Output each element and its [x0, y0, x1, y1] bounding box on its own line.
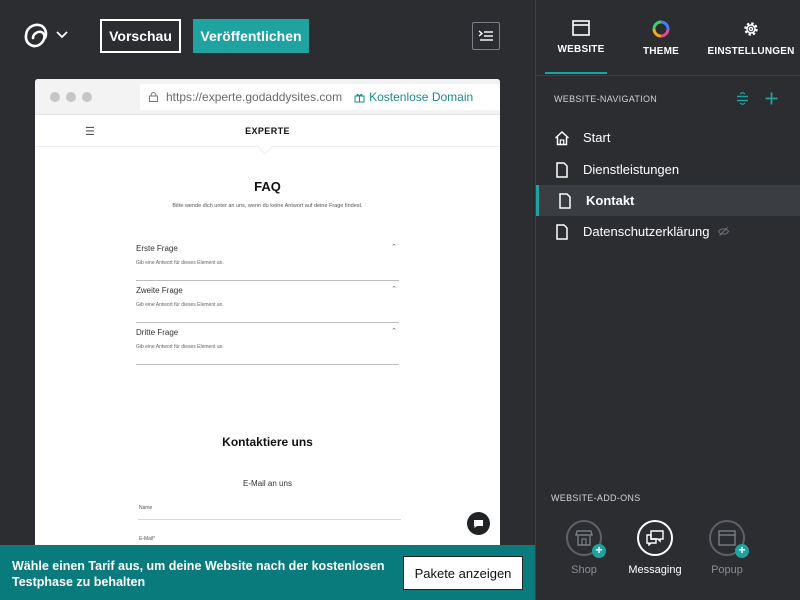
website-preview[interactable]: https://experte.godaddysites.com Kostenl… [35, 79, 500, 549]
page-icon [556, 161, 568, 178]
preview-button[interactable]: Vorschau [100, 19, 181, 53]
faq-subtitle: Bitte wende dich unter an uns, wenn du k… [172, 203, 363, 209]
nav-item-kontakt[interactable]: Kontakt [536, 185, 800, 216]
lock-icon [149, 92, 158, 102]
faq-item[interactable]: Zweite Frage ⌃ Gib eine Antwort für dies… [136, 281, 399, 323]
addon-messaging-circle [637, 520, 673, 556]
addon-messaging[interactable]: Messaging [624, 520, 686, 576]
tab-label: WEBSITE [557, 44, 605, 55]
addon-shop-circle: + [566, 520, 606, 558]
faq-question: Dritte Frage [136, 328, 179, 337]
addon-shop[interactable]: + Shop [553, 520, 615, 576]
view-plans-button[interactable]: Pakete anzeigen [403, 556, 523, 590]
storefront-icon [575, 530, 593, 546]
site-title: EXPERTE [245, 125, 290, 136]
nav-item-label: Dienstleistungen [583, 162, 680, 177]
addon-label: Popup [711, 564, 743, 576]
addon-label: Shop [571, 564, 597, 576]
chat-widget-button[interactable] [467, 512, 490, 535]
window-dot [66, 92, 76, 102]
faq-answer: Gib eine Antwort für dieses Element an. [136, 302, 224, 308]
gear-icon [744, 22, 758, 36]
addon-popup-circle: + [709, 520, 749, 558]
plus-icon[interactable]: + [592, 544, 606, 558]
header-notch [256, 137, 274, 155]
chevron-up-icon[interactable]: ⌃ [391, 327, 397, 335]
contact-title: Kontaktiere uns [222, 435, 313, 449]
name-field[interactable] [138, 519, 401, 520]
list-collapse-icon [478, 30, 493, 41]
faq-item[interactable]: Dritte Frage ⌃ Gib eine Antwort für dies… [136, 323, 399, 365]
nav-item-label: Start [583, 130, 611, 145]
eye-hidden-icon [718, 227, 730, 236]
contact-subtitle: E-Mail an uns [243, 479, 292, 488]
nav-item-start[interactable]: Start [536, 122, 800, 153]
tab-theme[interactable]: THEME [616, 20, 706, 57]
name-field-label: Name [139, 505, 153, 511]
nav-item-dienstleistungen[interactable]: Dienstleistungen [536, 154, 800, 185]
tab-label: EINSTELLUNGEN [707, 46, 795, 57]
browser-window-icon [572, 20, 590, 36]
chevron-up-icon[interactable]: ⌃ [391, 285, 397, 293]
email-field-label: E-Mail* [139, 536, 156, 542]
addon-label: Messaging [628, 564, 682, 576]
editor-panel: WEBSITE THEME EINSTELLUNGEN WEBSITE-NAVI… [535, 0, 800, 600]
url-text: https://experte.godaddysites.com [166, 90, 343, 104]
faq-answer: Gib eine Antwort für dieses Element an. [136, 344, 224, 350]
addon-popup[interactable]: + Popup [696, 520, 758, 576]
faq-item[interactable]: Erste Frage ⌃ Gib eine Antwort für diese… [136, 239, 399, 281]
panel-toggle-button[interactable] [472, 22, 500, 50]
window-dot [50, 92, 60, 102]
browser-bar: https://experte.godaddysites.com Kostenl… [35, 79, 500, 115]
publish-button[interactable]: Veröffentlichen [193, 19, 309, 53]
chevron-down-icon[interactable] [56, 29, 68, 39]
page-icon [559, 192, 571, 209]
active-tab-indicator [545, 72, 607, 74]
tab-website[interactable]: WEBSITE [536, 20, 626, 55]
color-wheel-icon [652, 20, 670, 38]
faq-title: FAQ [254, 179, 281, 194]
navigation-actions [736, 92, 778, 105]
free-domain-link[interactable]: Kostenlose Domain [369, 90, 473, 104]
tab-settings[interactable]: EINSTELLUNGEN [706, 20, 796, 57]
plus-icon[interactable]: + [735, 544, 749, 558]
trial-banner: Wähle einen Tarif aus, um deine Website … [0, 545, 535, 600]
nav-item-label: Kontakt [586, 193, 635, 208]
site-header: ☰ EXPERTE [35, 115, 500, 155]
chat-icon [646, 530, 664, 546]
chevron-up-icon[interactable]: ⌃ [391, 243, 397, 251]
nav-item-label: Datenschutzerklärung [583, 224, 710, 239]
gift-icon [354, 93, 365, 102]
chat-icon [474, 519, 483, 528]
tab-label: THEME [643, 46, 679, 57]
nav-item-datenschutzerklarung[interactable]: Datenschutzerklärung [536, 216, 800, 247]
hamburger-menu-icon[interactable]: ☰ [85, 125, 95, 138]
banner-text: Wähle einen Tarif aus, um deine Website … [12, 559, 385, 589]
faq-answer: Gib eine Antwort für dieses Element an. [136, 260, 224, 266]
page-icon [556, 223, 568, 240]
divider [536, 75, 800, 76]
popup-window-icon [718, 530, 736, 546]
window-dot [82, 92, 92, 102]
url-bar: https://experte.godaddysites.com Kostenl… [140, 84, 500, 110]
godaddy-logo-icon[interactable] [22, 22, 50, 50]
add-page-icon[interactable] [765, 92, 778, 105]
faq-question: Erste Frage [136, 244, 178, 253]
website-addons-heading: WEBSITE-ADD-ONS [551, 493, 641, 503]
faq-question: Zweite Frage [136, 286, 183, 295]
home-icon [554, 130, 570, 145]
reorder-icon[interactable] [736, 92, 749, 105]
website-navigation-heading: WEBSITE-NAVIGATION [554, 94, 658, 104]
